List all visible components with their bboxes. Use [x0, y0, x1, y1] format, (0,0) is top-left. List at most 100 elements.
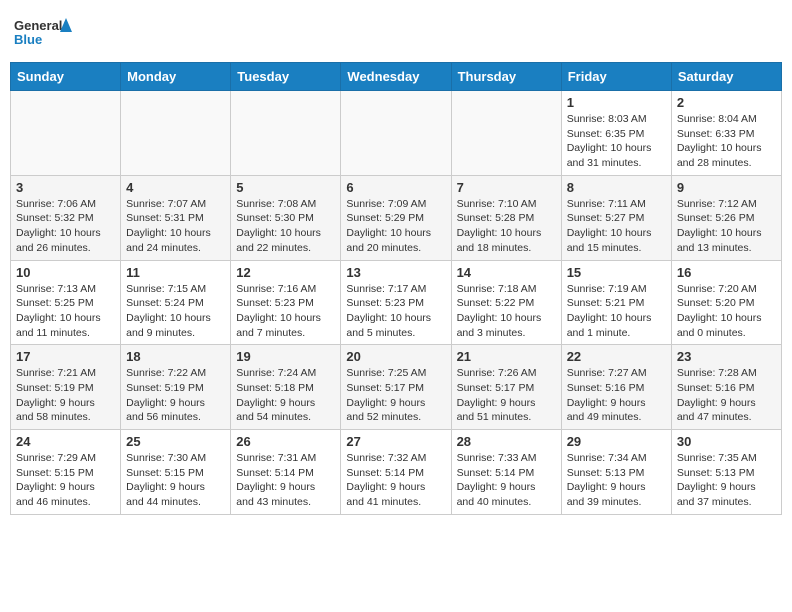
day-number: 30	[677, 434, 776, 449]
day-number: 28	[457, 434, 556, 449]
calendar-cell: 26 Sunrise: 7:31 AMSunset: 5:14 PMDayligh…	[231, 430, 341, 515]
day-number: 20	[346, 349, 445, 364]
day-info: Sunrise: 7:20 AMSunset: 5:20 PMDaylight:…	[677, 282, 776, 341]
calendar-cell: 15 Sunrise: 7:19 AMSunset: 5:21 PMDayligh…	[561, 260, 671, 345]
calendar-cell: 27 Sunrise: 7:32 AMSunset: 5:14 PMDayligh…	[341, 430, 451, 515]
weekday-header-tuesday: Tuesday	[231, 63, 341, 91]
day-info: Sunrise: 7:11 AMSunset: 5:27 PMDaylight:…	[567, 197, 666, 256]
calendar-cell	[451, 91, 561, 176]
day-info: Sunrise: 8:03 AMSunset: 6:35 PMDaylight:…	[567, 112, 666, 171]
calendar-cell: 12 Sunrise: 7:16 AMSunset: 5:23 PMDayligh…	[231, 260, 341, 345]
day-number: 3	[16, 180, 115, 195]
day-number: 26	[236, 434, 335, 449]
day-number: 25	[126, 434, 225, 449]
calendar-cell: 21 Sunrise: 7:26 AMSunset: 5:17 PMDayligh…	[451, 345, 561, 430]
day-info: Sunrise: 7:31 AMSunset: 5:14 PMDaylight:…	[236, 451, 335, 510]
day-number: 13	[346, 265, 445, 280]
day-info: Sunrise: 7:32 AMSunset: 5:14 PMDaylight:…	[346, 451, 445, 510]
svg-text:Blue: Blue	[14, 32, 42, 47]
calendar-cell: 20 Sunrise: 7:25 AMSunset: 5:17 PMDayligh…	[341, 345, 451, 430]
calendar-cell: 3 Sunrise: 7:06 AMSunset: 5:32 PMDaylight…	[11, 175, 121, 260]
calendar-cell	[121, 91, 231, 176]
weekday-header-sunday: Sunday	[11, 63, 121, 91]
calendar-cell: 11 Sunrise: 7:15 AMSunset: 5:24 PMDayligh…	[121, 260, 231, 345]
logo-svg: General Blue	[14, 14, 74, 50]
calendar-cell: 10Sunrise: 7:13 AMSunset: 5:25 PMDayligh…	[11, 260, 121, 345]
day-info: Sunrise: 7:12 AMSunset: 5:26 PMDaylight:…	[677, 197, 776, 256]
day-number: 11	[126, 265, 225, 280]
day-info: Sunrise: 7:34 AMSunset: 5:13 PMDaylight:…	[567, 451, 666, 510]
day-info: Sunrise: 7:06 AMSunset: 5:32 PMDaylight:…	[16, 197, 115, 256]
day-info: Sunrise: 7:15 AMSunset: 5:24 PMDaylight:…	[126, 282, 225, 341]
weekday-header-friday: Friday	[561, 63, 671, 91]
day-info: Sunrise: 7:28 AMSunset: 5:16 PMDaylight:…	[677, 366, 776, 425]
calendar-cell: 24Sunrise: 7:29 AMSunset: 5:15 PMDayligh…	[11, 430, 121, 515]
day-info: Sunrise: 7:25 AMSunset: 5:17 PMDaylight:…	[346, 366, 445, 425]
calendar-table: SundayMondayTuesdayWednesdayThursdayFrid…	[10, 62, 782, 515]
day-number: 15	[567, 265, 666, 280]
day-info: Sunrise: 7:19 AMSunset: 5:21 PMDaylight:…	[567, 282, 666, 341]
day-info: Sunrise: 7:22 AMSunset: 5:19 PMDaylight:…	[126, 366, 225, 425]
weekday-header-saturday: Saturday	[671, 63, 781, 91]
calendar-cell: 16 Sunrise: 7:20 AMSunset: 5:20 PMDayligh…	[671, 260, 781, 345]
day-number: 12	[236, 265, 335, 280]
day-info: Sunrise: 7:09 AMSunset: 5:29 PMDaylight:…	[346, 197, 445, 256]
weekday-header-wednesday: Wednesday	[341, 63, 451, 91]
calendar-week-5: 24Sunrise: 7:29 AMSunset: 5:15 PMDayligh…	[11, 430, 782, 515]
weekday-header-thursday: Thursday	[451, 63, 561, 91]
calendar-cell	[341, 91, 451, 176]
calendar-cell: 17 Sunrise: 7:21 AMSunset: 5:19 PMDayligh…	[11, 345, 121, 430]
day-info: Sunrise: 7:16 AMSunset: 5:23 PMDaylight:…	[236, 282, 335, 341]
calendar-cell: 1 Sunrise: 8:03 AMSunset: 6:35 PMDaylight…	[561, 91, 671, 176]
day-info: Sunrise: 7:21 AMSunset: 5:19 PMDaylight:…	[16, 366, 115, 425]
day-info: Sunrise: 7:35 AMSunset: 5:13 PMDaylight:…	[677, 451, 776, 510]
calendar-week-2: 3 Sunrise: 7:06 AMSunset: 5:32 PMDaylight…	[11, 175, 782, 260]
day-info: Sunrise: 7:29 AMSunset: 5:15 PMDaylight:…	[16, 451, 115, 510]
day-info: Sunrise: 7:24 AMSunset: 5:18 PMDaylight:…	[236, 366, 335, 425]
calendar-cell: 28 Sunrise: 7:33 AMSunset: 5:14 PMDayligh…	[451, 430, 561, 515]
day-info: Sunrise: 7:30 AMSunset: 5:15 PMDaylight:…	[126, 451, 225, 510]
calendar-cell	[11, 91, 121, 176]
calendar-cell: 18Sunrise: 7:22 AMSunset: 5:19 PMDayligh…	[121, 345, 231, 430]
day-info: Sunrise: 8:04 AMSunset: 6:33 PMDaylight:…	[677, 112, 776, 171]
day-number: 1	[567, 95, 666, 110]
day-number: 19	[236, 349, 335, 364]
day-number: 2	[677, 95, 776, 110]
day-info: Sunrise: 7:13 AMSunset: 5:25 PMDaylight:…	[16, 282, 115, 341]
day-info: Sunrise: 7:10 AMSunset: 5:28 PMDaylight:…	[457, 197, 556, 256]
calendar-cell: 25 Sunrise: 7:30 AMSunset: 5:15 PMDayligh…	[121, 430, 231, 515]
page-header: General Blue	[10, 10, 782, 54]
day-info: Sunrise: 7:33 AMSunset: 5:14 PMDaylight:…	[457, 451, 556, 510]
calendar-cell: 5Sunrise: 7:08 AMSunset: 5:30 PMDaylight…	[231, 175, 341, 260]
weekday-header-monday: Monday	[121, 63, 231, 91]
day-info: Sunrise: 7:17 AMSunset: 5:23 PMDaylight:…	[346, 282, 445, 341]
calendar-cell: 29 Sunrise: 7:34 AMSunset: 5:13 PMDayligh…	[561, 430, 671, 515]
day-number: 29	[567, 434, 666, 449]
svg-text:General: General	[14, 18, 62, 33]
day-number: 21	[457, 349, 556, 364]
day-number: 27	[346, 434, 445, 449]
day-info: Sunrise: 7:18 AMSunset: 5:22 PMDaylight:…	[457, 282, 556, 341]
calendar-cell: 19 Sunrise: 7:24 AMSunset: 5:18 PMDayligh…	[231, 345, 341, 430]
calendar-cell: 22Sunrise: 7:27 AMSunset: 5:16 PMDayligh…	[561, 345, 671, 430]
day-number: 7	[457, 180, 556, 195]
calendar-cell: 23Sunrise: 7:28 AMSunset: 5:16 PMDayligh…	[671, 345, 781, 430]
calendar-cell: 14 Sunrise: 7:18 AMSunset: 5:22 PMDayligh…	[451, 260, 561, 345]
calendar-cell: 4Sunrise: 7:07 AMSunset: 5:31 PMDaylight…	[121, 175, 231, 260]
calendar-cell: 8Sunrise: 7:11 AMSunset: 5:27 PMDaylight…	[561, 175, 671, 260]
day-number: 9	[677, 180, 776, 195]
day-number: 14	[457, 265, 556, 280]
calendar-cell: 2 Sunrise: 8:04 AMSunset: 6:33 PMDaylight…	[671, 91, 781, 176]
calendar-week-1: 1 Sunrise: 8:03 AMSunset: 6:35 PMDaylight…	[11, 91, 782, 176]
calendar-cell	[231, 91, 341, 176]
day-number: 6	[346, 180, 445, 195]
day-info: Sunrise: 7:26 AMSunset: 5:17 PMDaylight:…	[457, 366, 556, 425]
calendar-week-4: 17 Sunrise: 7:21 AMSunset: 5:19 PMDayligh…	[11, 345, 782, 430]
logo: General Blue	[14, 14, 74, 50]
calendar-cell: 30 Sunrise: 7:35 AMSunset: 5:13 PMDayligh…	[671, 430, 781, 515]
calendar-cell: 7 Sunrise: 7:10 AMSunset: 5:28 PMDaylight…	[451, 175, 561, 260]
day-number: 17	[16, 349, 115, 364]
day-number: 16	[677, 265, 776, 280]
day-info: Sunrise: 7:27 AMSunset: 5:16 PMDaylight:…	[567, 366, 666, 425]
day-number: 5	[236, 180, 335, 195]
